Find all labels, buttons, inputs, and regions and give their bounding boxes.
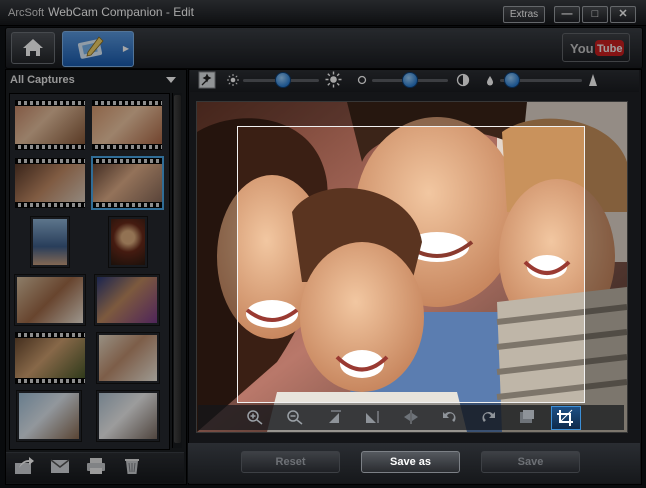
- auto-enhance-icon[interactable]: [198, 71, 216, 89]
- minimize-button[interactable]: —: [554, 6, 580, 23]
- captures-dropdown[interactable]: All Captures: [10, 72, 180, 90]
- youtube-button[interactable]: You Tube: [562, 33, 630, 62]
- maximize-button[interactable]: □: [582, 6, 608, 23]
- print-icon[interactable]: [85, 456, 107, 476]
- scrollbar-thumb[interactable]: [174, 95, 181, 443]
- thumbnail-item[interactable]: [96, 332, 160, 384]
- extras-button[interactable]: Extras: [503, 6, 545, 23]
- sharpness-high-icon: [589, 74, 597, 86]
- thumbnail-item[interactable]: [15, 158, 85, 208]
- app-title-text: WebCam Companion - Edit: [48, 5, 194, 19]
- expand-arrow-icon: ▶: [122, 44, 129, 53]
- contrast-slider-knob[interactable]: [402, 72, 418, 88]
- edit-tab[interactable]: ▶: [62, 31, 134, 67]
- window-title: ArcSoft WebCam Companion - Edit: [8, 5, 194, 19]
- thumbnail-item[interactable]: [94, 274, 160, 326]
- thumbnail-item[interactable]: [16, 390, 82, 442]
- captures-dropdown-label: All Captures: [10, 74, 75, 86]
- zoom-out-icon[interactable]: [286, 409, 304, 425]
- contrast-low-icon: [357, 75, 367, 85]
- mirror-icon[interactable]: [402, 409, 420, 425]
- crop-button[interactable]: [551, 406, 581, 430]
- maximize-icon: □: [591, 8, 599, 20]
- close-icon: ✕: [618, 8, 628, 20]
- thumbnail-item[interactable]: [15, 332, 85, 384]
- email-icon[interactable]: [49, 456, 71, 476]
- thumbnail-item-selected[interactable]: [91, 156, 164, 210]
- thumbnail-item[interactable]: [96, 390, 160, 442]
- app-brand: ArcSoft: [8, 7, 45, 19]
- share-icon[interactable]: [13, 456, 35, 476]
- youtube-logo: You Tube: [570, 40, 624, 56]
- zoom-in-icon[interactable]: [246, 409, 264, 425]
- edit-tools-icon: [77, 36, 104, 59]
- frame-icon[interactable]: [517, 409, 535, 425]
- save-as-button[interactable]: Save as: [361, 451, 460, 473]
- thumbnail-item[interactable]: [92, 100, 162, 150]
- thumbnail-item[interactable]: [14, 274, 86, 326]
- thumbnail-scrollbar[interactable]: [172, 93, 182, 448]
- home-icon: [23, 39, 43, 56]
- thumbnail-item[interactable]: [15, 100, 85, 150]
- sharpness-low-icon: [487, 76, 493, 86]
- delete-icon[interactable]: [121, 456, 143, 476]
- crop-icon: [557, 409, 573, 426]
- save-button[interactable]: Save: [481, 451, 580, 473]
- contrast-high-icon: [456, 73, 470, 87]
- minimize-icon: —: [561, 8, 573, 20]
- thumbnail-item[interactable]: [30, 216, 70, 268]
- rotate-right-icon[interactable]: [479, 409, 497, 425]
- thumbnail-grid: [9, 93, 170, 450]
- flip-horizontal-icon[interactable]: [326, 409, 344, 425]
- crop-selection[interactable]: [237, 126, 585, 403]
- brightness-high-icon: [325, 71, 342, 88]
- home-button[interactable]: [11, 32, 55, 64]
- brightness-low-icon: [227, 74, 239, 86]
- rotate-left-icon[interactable]: [441, 409, 459, 425]
- reset-button[interactable]: Reset: [241, 451, 340, 473]
- brightness-slider-knob[interactable]: [274, 72, 291, 88]
- thumbnail-item[interactable]: [108, 216, 148, 268]
- chevron-down-icon: [166, 77, 176, 83]
- youtube-tube-text: Tube: [597, 43, 622, 55]
- close-button[interactable]: ✕: [610, 6, 636, 23]
- flip-vertical-icon[interactable]: [364, 409, 382, 425]
- youtube-you-text: You: [570, 41, 594, 56]
